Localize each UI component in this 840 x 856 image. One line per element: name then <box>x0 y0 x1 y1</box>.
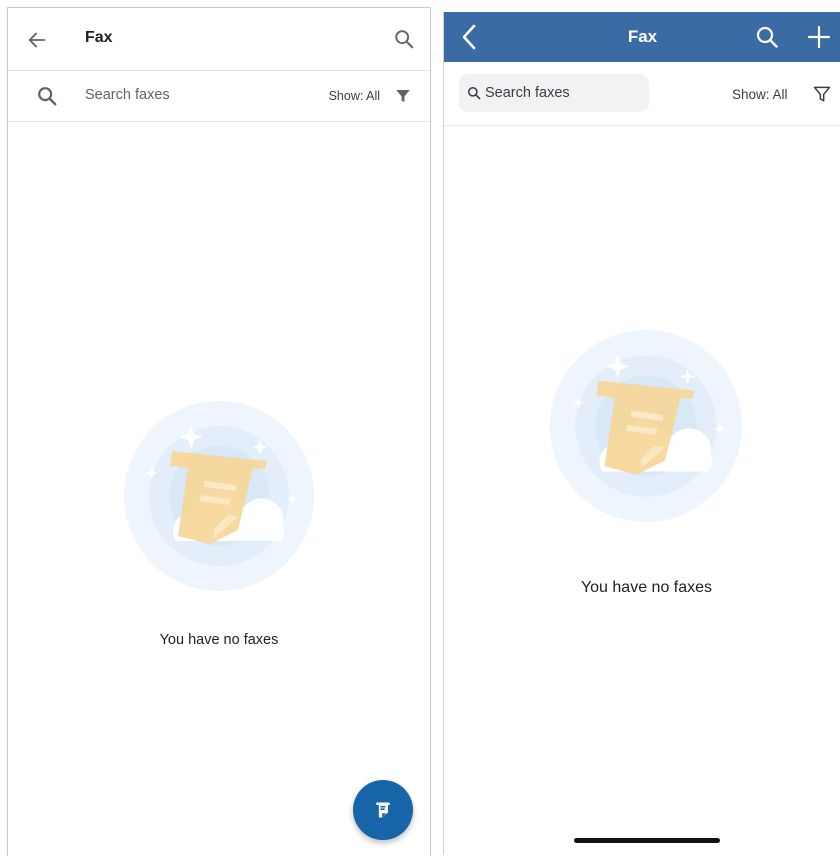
navigation-bar: Fax <box>444 12 840 62</box>
android-fax-screen: Fax Search faxes Show: All You have no f… <box>7 7 431 856</box>
search-box[interactable]: Search faxes <box>459 74 649 112</box>
page-title: Fax <box>85 29 113 46</box>
filter-button[interactable] <box>392 85 414 107</box>
search-icon <box>395 30 414 49</box>
new-fax-fab[interactable] <box>353 780 413 840</box>
search-input[interactable]: Search faxes <box>485 85 570 101</box>
show-filter-label[interactable]: Show: All <box>329 89 380 103</box>
empty-state-illustration <box>550 330 742 522</box>
home-indicator[interactable] <box>574 838 720 843</box>
add-fax-button[interactable] <box>806 24 832 50</box>
empty-state-message: You have no faxes <box>159 632 279 648</box>
new-fax-icon <box>376 802 390 818</box>
filter-funnel-icon <box>396 90 410 102</box>
back-button[interactable] <box>22 25 52 55</box>
search-icon <box>467 86 481 100</box>
plus-icon <box>807 25 831 49</box>
search-icon <box>38 87 57 106</box>
filter-button[interactable] <box>811 83 833 105</box>
search-row: Search faxes Show: All <box>444 62 840 126</box>
search-input[interactable]: Search faxes <box>85 87 170 103</box>
empty-state-illustration <box>124 401 314 591</box>
page-title: Fax <box>627 27 658 46</box>
empty-state-message: You have no faxes <box>580 579 713 596</box>
show-filter-label[interactable]: Show: All <box>732 87 788 102</box>
search-button[interactable] <box>390 25 418 53</box>
search-row: Search faxes Show: All <box>8 71 430 122</box>
search-field-icon-wrap <box>34 83 60 109</box>
arrow-back-icon <box>28 32 46 48</box>
search-icon <box>756 26 778 48</box>
search-field-icon-wrap <box>466 85 482 101</box>
filter-outline-icon <box>813 86 831 102</box>
app-bar: Fax <box>8 8 430 71</box>
search-button[interactable] <box>754 24 780 50</box>
ios-fax-screen: Fax Search faxes Show: All You have no f… <box>443 12 840 855</box>
